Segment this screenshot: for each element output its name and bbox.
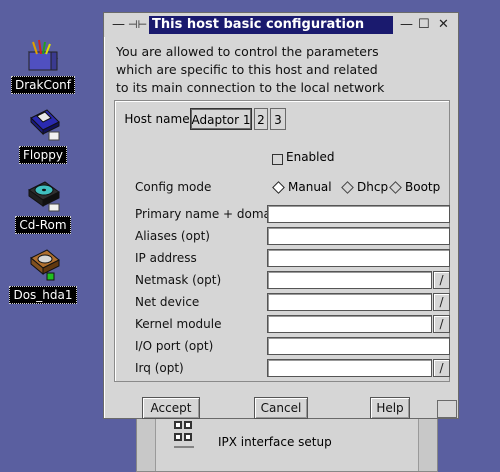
maximize-icon[interactable]: ☐ bbox=[418, 17, 430, 33]
desktop-icon-label: DrakConf bbox=[10, 76, 76, 94]
io-port-input[interactable] bbox=[267, 337, 450, 355]
enabled-label: Enabled bbox=[286, 150, 335, 164]
config-mode-label: Config mode bbox=[135, 180, 212, 194]
intro-line: You are allowed to control the parameter… bbox=[116, 44, 379, 59]
titlebar[interactable]: — ⊣⊢ This host basic configuration — ☐ ✕ bbox=[104, 13, 458, 37]
intro-text: You are allowed to control the parameter… bbox=[116, 43, 446, 97]
enabled-checkbox[interactable] bbox=[272, 154, 283, 165]
close-icon[interactable]: ✕ bbox=[438, 17, 449, 33]
primary-name-input[interactable] bbox=[267, 205, 450, 223]
aliases-label: Aliases (opt) bbox=[135, 229, 210, 243]
window-title: This host basic configuration bbox=[149, 16, 393, 34]
desktop-icon-cdrom[interactable]: Cd-Rom bbox=[3, 178, 83, 234]
ip-address-label: IP address bbox=[135, 251, 197, 265]
background-window: IPX interface setup bbox=[136, 410, 438, 472]
kernel-module-dropdown-button[interactable]: / bbox=[433, 315, 450, 333]
radio-dhcp[interactable] bbox=[341, 181, 354, 194]
irq-dropdown-button[interactable]: / bbox=[433, 359, 450, 377]
radio-bootp[interactable] bbox=[389, 181, 402, 194]
intro-line: to its main connection to the local netw… bbox=[116, 80, 385, 95]
desktop-icon-dos-hda1[interactable]: Dos_hda1 bbox=[3, 248, 83, 304]
cancel-button[interactable]: Cancel bbox=[254, 397, 308, 419]
net-device-input[interactable] bbox=[267, 293, 432, 311]
tab-2[interactable]: 2 bbox=[254, 108, 268, 130]
tab-3[interactable]: 3 bbox=[270, 108, 286, 130]
ipx-interface-setup-item[interactable]: IPX interface setup bbox=[218, 435, 332, 449]
desktop-icon-label: Floppy bbox=[19, 146, 67, 164]
net-device-label: Net device bbox=[135, 295, 200, 309]
harddisk-icon bbox=[23, 248, 63, 282]
netmask-label: Netmask (opt) bbox=[135, 273, 222, 287]
io-port-label: I/O port (opt) bbox=[135, 339, 214, 353]
irq-input[interactable] bbox=[267, 359, 432, 377]
kernel-module-label: Kernel module bbox=[135, 317, 222, 331]
help-button[interactable]: Help bbox=[370, 397, 410, 419]
menu-dash-icon[interactable]: — bbox=[112, 17, 125, 33]
desktop-icon-label: Dos_hda1 bbox=[9, 286, 77, 304]
desktop-icon-drakconf[interactable]: DrakConf bbox=[3, 38, 83, 94]
drakconf-icon bbox=[23, 38, 63, 72]
ipx-icon bbox=[170, 419, 198, 453]
minimize-icon[interactable]: — bbox=[400, 17, 413, 33]
background-window-list: IPX interface setup bbox=[155, 411, 419, 471]
tab-adaptor-1[interactable]: Adaptor 1 bbox=[190, 108, 252, 130]
irq-label: Irq (opt) bbox=[135, 361, 184, 375]
ip-address-input[interactable] bbox=[267, 249, 450, 267]
pin-icon[interactable]: ⊣⊢ bbox=[128, 17, 147, 33]
cdrom-icon bbox=[23, 178, 63, 212]
radio-bootp-label: Bootp bbox=[405, 180, 441, 194]
host-config-dialog: — ⊣⊢ This host basic configuration — ☐ ✕… bbox=[103, 12, 459, 419]
netmask-dropdown-button[interactable]: / bbox=[433, 271, 450, 289]
primary-name-label: Primary name + domain bbox=[135, 207, 282, 221]
kernel-module-input[interactable] bbox=[267, 315, 432, 333]
net-device-dropdown-button[interactable]: / bbox=[433, 293, 450, 311]
radio-manual[interactable] bbox=[272, 181, 285, 194]
desktop-icon-floppy[interactable]: Floppy bbox=[3, 108, 83, 164]
intro-line: which are specific to this host and rela… bbox=[116, 62, 378, 77]
radio-dhcp-label: Dhcp bbox=[357, 180, 389, 194]
aliases-input[interactable] bbox=[267, 227, 450, 245]
floppy-icon bbox=[23, 108, 63, 142]
netmask-input[interactable] bbox=[267, 271, 432, 289]
accept-button[interactable]: Accept bbox=[142, 397, 200, 419]
tab-host-name[interactable]: Host name bbox=[121, 108, 193, 130]
desktop-icon-label: Cd-Rom bbox=[15, 216, 71, 234]
radio-manual-label: Manual bbox=[288, 180, 332, 194]
tab-panel: Host name Adaptor 1 2 3 Enabled Config m… bbox=[114, 100, 450, 382]
resize-grip[interactable] bbox=[437, 400, 457, 418]
